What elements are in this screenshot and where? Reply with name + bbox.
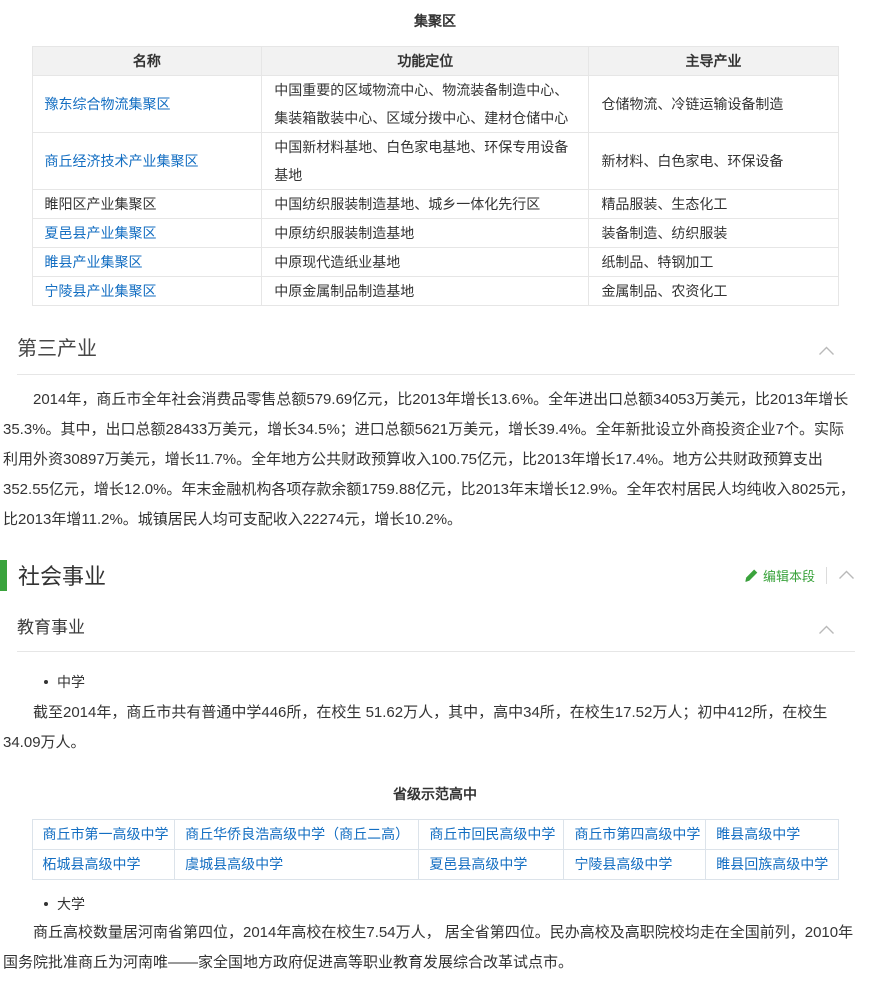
table-row: 睢县产业集聚区 中原现代造纸业基地 纸制品、特钢加工 [32,248,838,277]
bullet-label: 大学 [57,894,85,914]
section-social-header: 社会事业 编辑本段 [0,559,870,591]
school-link[interactable]: 柘城县高级中学 [43,856,141,872]
school-link[interactable]: 虞城县高级中学 [185,856,283,872]
table-row: 商丘市第一高级中学 商丘华侨良浩高级中学（商丘二高） 商丘市回民高级中学 商丘市… [32,820,838,850]
edit-section-label: 编辑本段 [763,566,815,585]
zone-function: 中国纺织服装制造基地、城乡一体化先行区 [262,190,589,219]
section-tertiary-industry-header: 第三产业 [17,326,855,375]
chevron-up-icon [818,625,835,635]
zone-link[interactable]: 豫东综合物流集聚区 [45,96,171,112]
col-header-industries: 主导产业 [589,47,838,76]
school-link[interactable]: 睢县回族高级中学 [716,856,828,872]
collapse-section-button[interactable] [816,620,837,640]
zone-link[interactable]: 宁陵县产业集聚区 [45,283,157,299]
university-paragraph: 商丘高校数量居河南省第四位，2014年高校在校生7.54万人， 居全省第四位。民… [3,918,858,978]
bullet-middle-school: 中学 [44,672,870,692]
high-school-table-title: 省级示范高中 [0,758,870,819]
table-row: 豫东综合物流集聚区 中国重要的区域物流中心、物流装备制造中心、集装箱散装中心、区… [32,76,838,133]
middle-school-paragraph: 截至2014年，商丘市共有普通中学446所，在校生 51.62万人，其中，高中3… [3,698,858,758]
col-header-function: 功能定位 [262,47,589,76]
section-accent-bar [0,560,7,591]
school-link[interactable]: 睢县高级中学 [716,826,800,842]
table-row: 柘城县高级中学 虞城县高级中学 夏邑县高级中学 宁陵县高级中学 睢县回族高级中学 [32,850,838,880]
zone-industries: 纸制品、特钢加工 [589,248,838,277]
school-link[interactable]: 商丘市第一高级中学 [43,826,169,842]
zone-function: 中原金属制品制造基地 [262,277,589,306]
zone-industries: 精品服装、生态化工 [589,190,838,219]
school-link[interactable]: 商丘市第四高级中学 [574,826,700,842]
section-title: 第三产业 [17,332,97,361]
zone-function: 中国重要的区域物流中心、物流装备制造中心、集装箱散装中心、区域分拨中心、建材仓储… [262,76,589,133]
school-link[interactable]: 商丘华侨良浩高级中学（商丘二高） [185,826,409,842]
collapse-section-button[interactable] [838,567,855,583]
zone-name-plain: 睢阳区产业集聚区 [45,196,157,212]
zone-link[interactable]: 睢县产业集聚区 [45,254,143,270]
tertiary-industry-paragraph: 2014年，商丘市全年社会消费品零售总额579.69亿元，比2013年增长13.… [3,385,858,535]
edit-section-link[interactable]: 编辑本段 [744,566,815,585]
zone-function: 中国新材料基地、白色家电基地、环保专用设备基地 [262,133,589,190]
school-link[interactable]: 商丘市回民高级中学 [429,826,555,842]
zone-function: 中原纺织服装制造基地 [262,219,589,248]
bullet-dot-icon [44,680,48,684]
zone-industries: 新材料、白色家电、环保设备 [589,133,838,190]
zone-function: 中原现代造纸业基地 [262,248,589,277]
zone-link[interactable]: 商丘经济技术产业集聚区 [45,153,199,169]
section-education-header: 教育事业 [17,607,855,652]
vertical-divider [826,567,827,584]
table-row: 睢阳区产业集聚区 中国纺织服装制造基地、城乡一体化先行区 精品服装、生态化工 [32,190,838,219]
col-header-name: 名称 [32,47,262,76]
section-title: 社会事业 [18,559,106,591]
chevron-up-icon [838,570,855,580]
agglomeration-table: 名称 功能定位 主导产业 豫东综合物流集聚区 中国重要的区域物流中心、物流装备制… [32,46,839,306]
bullet-dot-icon [44,902,48,906]
bullet-label: 中学 [57,672,85,692]
pencil-icon [744,568,759,583]
collapse-section-button[interactable] [816,341,837,361]
agglomeration-table-title: 集聚区 [0,0,870,46]
zone-link[interactable]: 夏邑县产业集聚区 [45,225,157,241]
table-row: 商丘经济技术产业集聚区 中国新材料基地、白色家电基地、环保专用设备基地 新材料、… [32,133,838,190]
zone-industries: 金属制品、农资化工 [589,277,838,306]
zone-industries: 装备制造、纺织服装 [589,219,838,248]
chevron-up-icon [818,346,835,356]
table-header-row: 名称 功能定位 主导产业 [32,47,838,76]
school-link[interactable]: 夏邑县高级中学 [429,856,527,872]
section-title: 教育事业 [17,613,85,638]
school-link[interactable]: 宁陵县高级中学 [574,856,672,872]
table-row: 夏邑县产业集聚区 中原纺织服装制造基地 装备制造、纺织服装 [32,219,838,248]
zone-industries: 仓储物流、冷链运输设备制造 [589,76,838,133]
table-row: 宁陵县产业集聚区 中原金属制品制造基地 金属制品、农资化工 [32,277,838,306]
bullet-university: 大学 [44,894,870,914]
